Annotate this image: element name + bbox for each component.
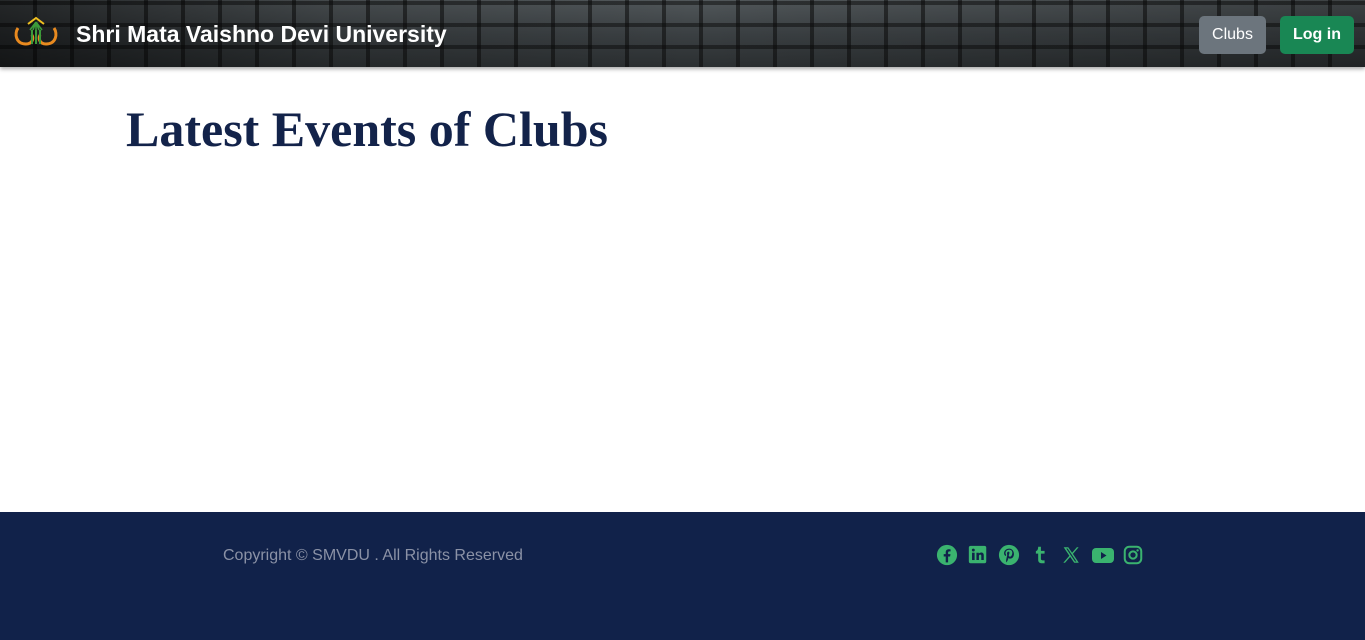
facebook-icon[interactable] bbox=[936, 544, 960, 568]
tumblr-icon[interactable] bbox=[1029, 544, 1053, 568]
pinterest-icon[interactable] bbox=[998, 544, 1022, 568]
footer: Copyright © SMVDU . All Rights Reserved bbox=[0, 512, 1365, 640]
linkedin-icon[interactable] bbox=[967, 544, 991, 568]
x-icon[interactable] bbox=[1060, 544, 1084, 568]
copyright-text: Copyright © SMVDU . All Rights Reserved bbox=[223, 547, 523, 564]
university-logo[interactable] bbox=[12, 14, 60, 52]
login-button[interactable]: Log in bbox=[1280, 16, 1354, 54]
page-title: Latest Events of Clubs bbox=[126, 101, 608, 157]
instagram-icon[interactable] bbox=[1122, 544, 1146, 568]
clubs-button[interactable]: Clubs bbox=[1199, 16, 1266, 54]
youtube-icon[interactable] bbox=[1091, 544, 1115, 568]
social-links bbox=[936, 544, 1153, 568]
top-navbar: Shri Mata Vaishno Devi University Clubs … bbox=[0, 0, 1365, 67]
university-name[interactable]: Shri Mata Vaishno Devi University bbox=[76, 19, 447, 49]
